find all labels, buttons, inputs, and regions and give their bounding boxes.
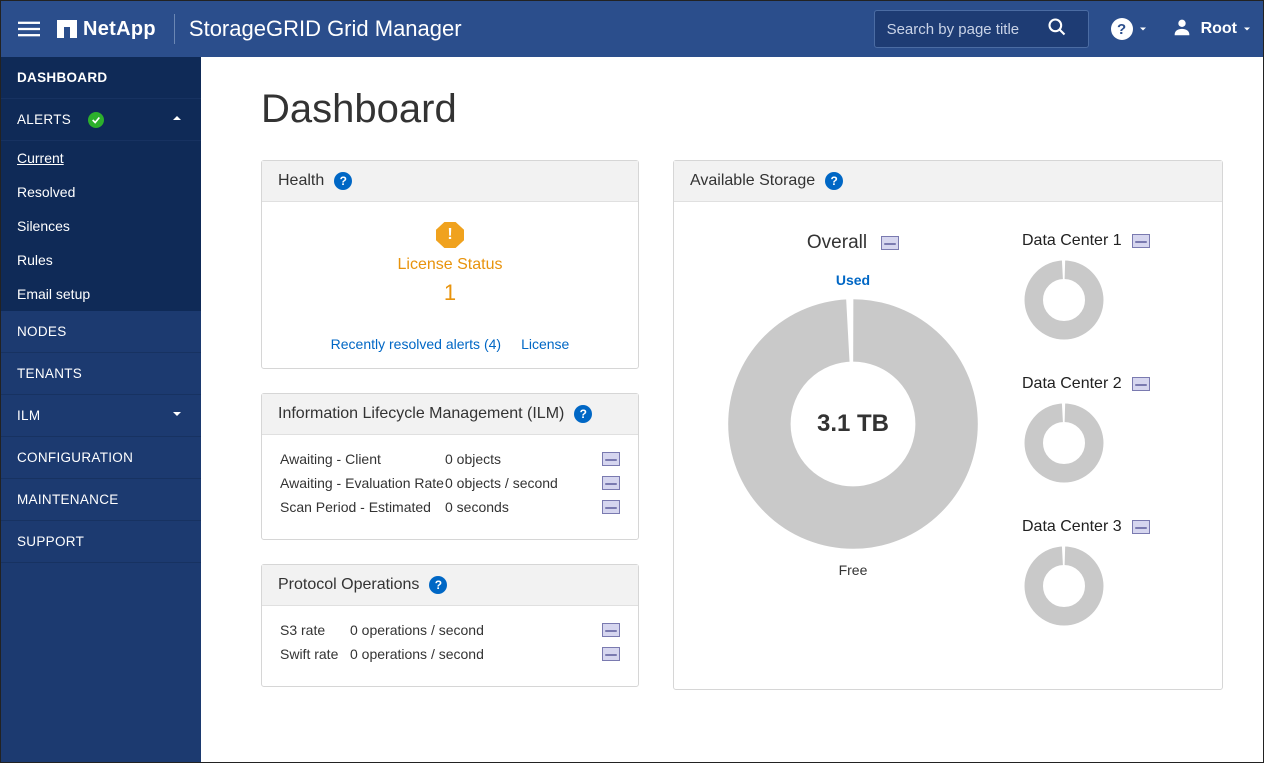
brand-logo[interactable]: NetApp <box>57 18 156 41</box>
storage-title: Available Storage <box>690 172 815 190</box>
sidebar-item-nodes[interactable]: NODES <box>1 311 201 353</box>
free-label: Free <box>704 562 1002 578</box>
storage-total: 3.1 TB <box>723 294 983 554</box>
ilm-eval-rate-value: 0 objects / second <box>445 475 602 491</box>
swift-rate-value: 0 operations / second <box>350 646 602 662</box>
overall-label: Overall <box>807 232 867 254</box>
recently-resolved-link[interactable]: Recently resolved alerts (4) <box>331 336 501 352</box>
chart-icon[interactable] <box>1132 234 1150 248</box>
page-title: Dashboard <box>261 87 1223 132</box>
s3-rate-label: S3 rate <box>280 622 350 638</box>
sidebar-sub-rules[interactable]: Rules <box>1 243 201 277</box>
sidebar-item-dashboard[interactable]: DASHBOARD <box>1 57 201 99</box>
brand-name: NetApp <box>83 18 156 41</box>
sidebar-item-ilm[interactable]: ILM <box>1 395 201 437</box>
sidebar-sub-current[interactable]: Current <box>1 141 201 175</box>
sidebar-sub-email[interactable]: Email setup <box>1 277 201 311</box>
s3-rate-value: 0 operations / second <box>350 622 602 638</box>
used-label: Used <box>704 272 1002 288</box>
help-icon[interactable]: ? <box>334 172 352 190</box>
dc2-label: Data Center 2 <box>1022 375 1122 393</box>
help-icon[interactable]: ? <box>825 172 843 190</box>
chevron-down-icon <box>169 406 185 426</box>
dc3-label: Data Center 3 <box>1022 518 1122 536</box>
sidebar-item-tenants[interactable]: TENANTS <box>1 353 201 395</box>
dc1-block: Data Center 1 <box>1022 232 1192 347</box>
chart-icon[interactable] <box>602 647 620 661</box>
hamburger-icon <box>18 18 40 40</box>
sidebar-item-alerts[interactable]: ALERTS <box>1 99 201 141</box>
header-divider <box>174 14 175 44</box>
menu-toggle-button[interactable] <box>9 9 49 49</box>
dc1-donut-chart <box>1022 258 1106 342</box>
protocol-title: Protocol Operations <box>278 576 419 594</box>
dc2-donut-chart <box>1022 401 1106 485</box>
user-label: Root <box>1201 20 1237 38</box>
help-icon[interactable]: ? <box>429 576 447 594</box>
chart-icon[interactable] <box>881 236 899 250</box>
ilm-scan-period-label: Scan Period - Estimated <box>280 499 445 515</box>
sidebar-item-support[interactable]: SUPPORT <box>1 521 201 563</box>
netapp-logo-icon <box>57 20 77 38</box>
ilm-scan-period-value: 0 seconds <box>445 499 602 515</box>
license-link[interactable]: License <box>521 336 569 352</box>
health-title: Health <box>278 172 324 190</box>
dc2-block: Data Center 2 <box>1022 375 1192 490</box>
user-icon <box>1171 16 1193 43</box>
chart-icon[interactable] <box>602 623 620 637</box>
chevron-up-icon <box>169 110 185 130</box>
swift-rate-label: Swift rate <box>280 646 350 662</box>
chart-icon[interactable] <box>602 452 620 466</box>
chevron-down-icon <box>1137 23 1149 35</box>
ilm-eval-rate-label: Awaiting - Evaluation Rate <box>280 475 445 491</box>
license-status-label: License Status <box>278 256 622 274</box>
status-ok-icon <box>88 112 104 128</box>
app-title: StorageGRID Grid Manager <box>189 16 462 42</box>
chart-icon[interactable] <box>1132 377 1150 391</box>
sidebar-item-configuration[interactable]: CONFIGURATION <box>1 437 201 479</box>
dc3-donut-chart <box>1022 544 1106 628</box>
help-icon[interactable]: ? <box>574 405 592 423</box>
chevron-down-icon <box>1241 23 1253 35</box>
main-content: Dashboard Health? ! License Status 1 Rec… <box>201 57 1263 762</box>
sidebar-sub-silences[interactable]: Silences <box>1 209 201 243</box>
chart-icon[interactable] <box>602 500 620 514</box>
help-icon: ? <box>1111 18 1133 40</box>
chart-icon[interactable] <box>602 476 620 490</box>
sidebar-item-maintenance[interactable]: MAINTENANCE <box>1 479 201 521</box>
sidebar-sub-resolved[interactable]: Resolved <box>1 175 201 209</box>
help-menu[interactable]: ? <box>1111 18 1149 40</box>
protocol-card: Protocol Operations? S3 rate0 operations… <box>261 564 639 687</box>
storage-card: Available Storage? Overall Used 3.1 TB <box>673 160 1223 690</box>
ilm-card: Information Lifecycle Management (ILM)? … <box>261 393 639 540</box>
dc3-block: Data Center 3 <box>1022 518 1192 633</box>
user-menu[interactable]: Root <box>1171 16 1253 43</box>
alerts-submenu: Current Resolved Silences Rules Email se… <box>1 141 201 311</box>
ilm-awaiting-client-value: 0 objects <box>445 451 602 467</box>
search-input[interactable] <box>887 21 1047 38</box>
license-status-count: 1 <box>278 280 622 306</box>
overall-donut-chart: 3.1 TB <box>723 294 983 554</box>
health-card: Health? ! License Status 1 Recently reso… <box>261 160 639 369</box>
app-header: NetApp StorageGRID Grid Manager ? Root <box>1 1 1263 57</box>
search-icon[interactable] <box>1047 17 1067 42</box>
dc1-label: Data Center 1 <box>1022 232 1122 250</box>
sidebar: DASHBOARD ALERTS Current Resolved Silenc… <box>1 57 201 762</box>
warning-icon: ! <box>436 222 464 248</box>
ilm-title: Information Lifecycle Management (ILM) <box>278 405 564 423</box>
search-box[interactable] <box>874 10 1089 48</box>
ilm-awaiting-client-label: Awaiting - Client <box>280 451 445 467</box>
chart-icon[interactable] <box>1132 520 1150 534</box>
